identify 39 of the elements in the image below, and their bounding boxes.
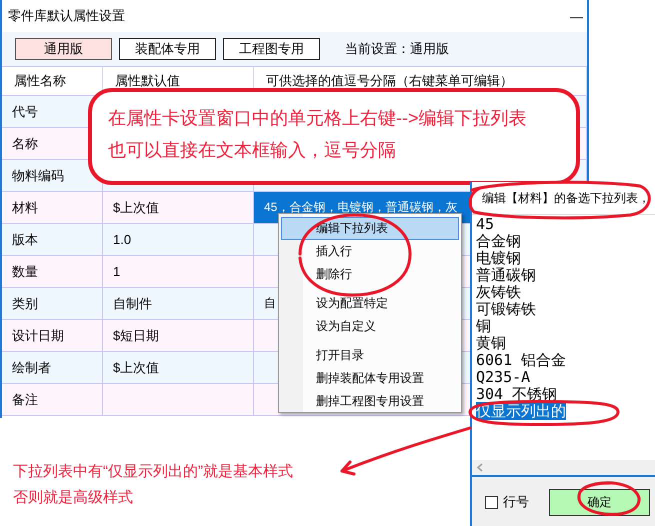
menu-item[interactable]: 打开目录 (281, 344, 459, 367)
preset-button[interactable]: 工程图专用 (223, 38, 320, 60)
list-line: 合金钢 (476, 232, 521, 250)
menu-item[interactable]: 插入行 (281, 240, 459, 263)
list-line: 黄铜 (476, 334, 506, 352)
table-cell: 类别 (2, 288, 103, 320)
list-line: 304 不锈钢 (476, 385, 558, 403)
table-cell: 版本 (2, 224, 103, 256)
menu-item[interactable]: 删掉装配体专用设置 (281, 367, 459, 390)
menu-item[interactable]: 设为配置特定 (281, 292, 459, 315)
list-line: 铜 (476, 317, 491, 335)
list-line: Q235-A (476, 368, 530, 386)
current-setting-label: 当前设置：通用版 (345, 40, 449, 58)
note-text: 否则就是高级样式 (13, 488, 134, 508)
window-title: 零件库默认属性设置 (8, 7, 125, 25)
list-line: 6061 铝合金 (476, 351, 566, 369)
table-cell: 数量 (2, 256, 103, 288)
list-line: 普通碳钢 (476, 266, 536, 284)
checkbox-label: 行号 (503, 493, 529, 511)
menu-item[interactable]: 删除行 (281, 263, 459, 286)
table-cell: 1.0 (103, 224, 254, 256)
table-cell: 备注 (2, 384, 103, 416)
preset-button[interactable]: 通用版 (15, 38, 112, 60)
table-cell: 材料 (2, 192, 103, 224)
list-line: 电镀钢 (476, 249, 521, 267)
minimize-button[interactable]: — (568, 8, 585, 24)
preset-button[interactable]: 装配体专用 (119, 38, 216, 60)
list-line: 可锻铸铁 (476, 300, 536, 318)
table-cell: 设计日期 (2, 320, 103, 352)
table-cell: 1 (103, 256, 254, 288)
table-cell: $上次值 (103, 352, 254, 384)
callout-text: 也可以直接在文本框输入，逗号分隔 (108, 139, 397, 162)
table-cell: 绘制者 (2, 352, 103, 384)
table-cell: 自制件 (103, 288, 254, 320)
note-text: 下拉列表中有“仅显示列出的”就是基本样式 (13, 462, 293, 482)
column-header: 属性名称 (2, 67, 103, 96)
menu-item[interactable]: 删掉工程图专用设置 (281, 390, 459, 413)
callout-text: 在属性卡设置窗口中的单元格上右键-->编辑下拉列表 (108, 107, 528, 130)
table-cell: $短日期 (103, 320, 254, 352)
